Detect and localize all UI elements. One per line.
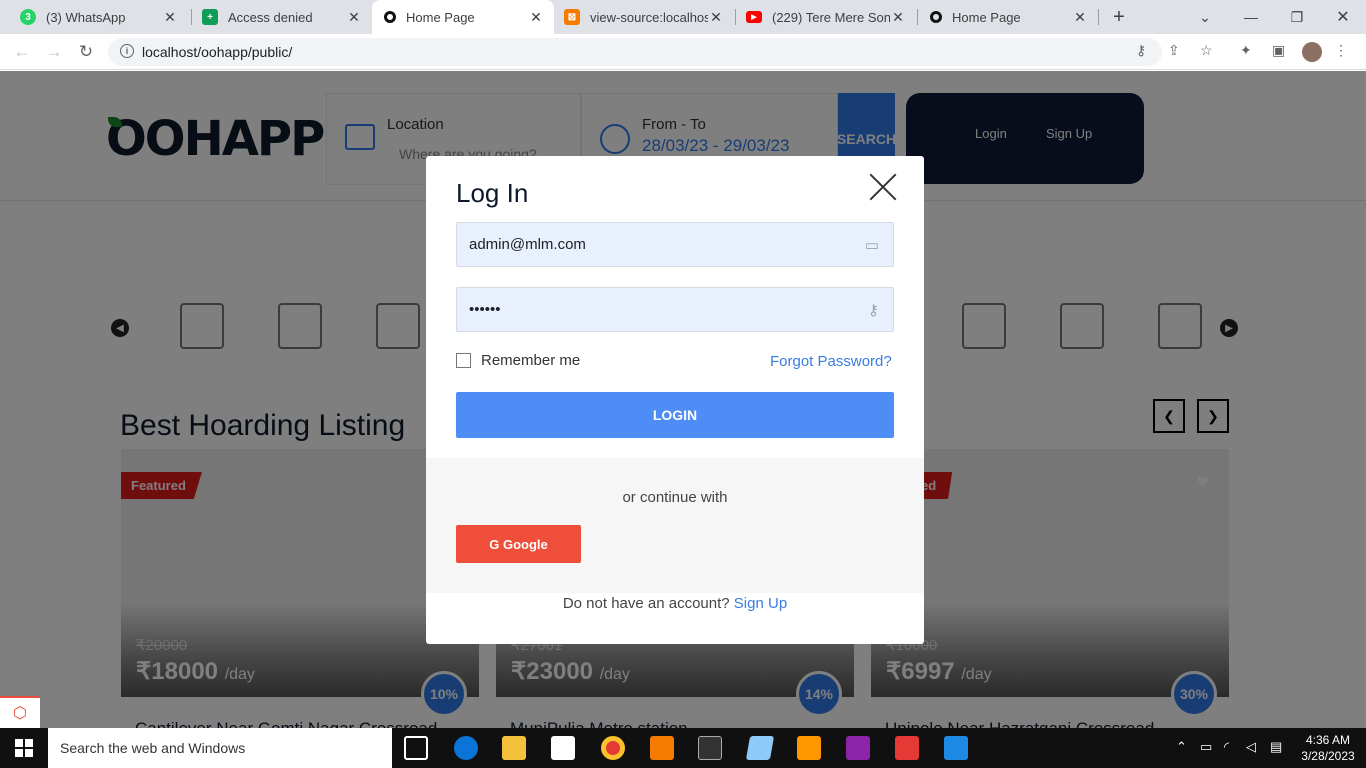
key-icon: ⚷: [868, 302, 879, 319]
tab-title: view-source:localhost/: [590, 9, 708, 25]
login-button[interactable]: LOGIN: [456, 392, 894, 438]
volume-icon[interactable]: ◁: [1246, 739, 1256, 755]
back-icon[interactable]: ←: [10, 40, 34, 64]
terminal-icon[interactable]: [698, 736, 722, 760]
tab-youtube[interactable]: ▶ (229) Tere Mere Song ✕: [736, 0, 916, 34]
close-tab-icon[interactable]: ✕: [1072, 9, 1088, 26]
taskbar-search[interactable]: Search the web and Windows: [48, 728, 392, 768]
reload-icon[interactable]: ↻: [74, 40, 98, 64]
google-login-button[interactable]: G Google: [456, 525, 581, 563]
edge-icon[interactable]: [454, 736, 478, 760]
clock-date: 3/28/2023: [1301, 749, 1355, 763]
tab-home-page-active[interactable]: Home Page ✕: [372, 0, 554, 34]
restore-button[interactable]: ❐: [1274, 0, 1320, 34]
email-field[interactable]: admin@mlm.com ▭: [456, 222, 894, 267]
start-button[interactable]: [0, 728, 48, 768]
no-account-text: Do not have an account?: [562, 595, 730, 612]
battery-icon[interactable]: ▭: [1200, 739, 1212, 755]
password-value: ••••••: [469, 301, 501, 318]
laravel-debug-icon[interactable]: ⬡: [0, 696, 40, 728]
forgot-password-link[interactable]: Forgot Password?: [770, 353, 892, 370]
remember-label: Remember me: [481, 352, 581, 369]
settings-icon[interactable]: [944, 736, 968, 760]
sublime-text-icon[interactable]: [797, 736, 821, 760]
whatsapp-icon: 3: [20, 9, 36, 25]
address-bar[interactable]: i localhost/oohapp/public/: [108, 38, 1162, 66]
social-login-section: or continue with G Google: [426, 458, 924, 593]
tab-search-icon[interactable]: ⌄: [1182, 0, 1228, 34]
contact-card-icon: ▭: [864, 237, 879, 254]
wifi-icon[interactable]: ◜: [1224, 739, 1229, 755]
close-icon[interactable]: [868, 172, 898, 202]
toolbar: ← → ↻ i localhost/oohapp/public/ ⚷ ⇪ ☆ ✦…: [0, 34, 1366, 70]
winrar-icon[interactable]: [846, 736, 870, 760]
close-tab-icon[interactable]: ✕: [162, 9, 178, 26]
store-icon[interactable]: [551, 736, 575, 760]
forward-icon[interactable]: →: [42, 40, 66, 64]
oohapp-favicon: [930, 11, 942, 23]
task-view-icon[interactable]: [404, 736, 428, 760]
windows-icon: [15, 739, 33, 757]
or-continue-text: or continue with: [622, 489, 728, 506]
notification-icon[interactable]: ▤: [1270, 739, 1282, 755]
close-tab-icon[interactable]: ✕: [890, 9, 906, 26]
tab-title: Home Page: [952, 9, 1021, 25]
new-tab-button[interactable]: +: [1096, 0, 1142, 34]
password-field[interactable]: •••••• ⚷: [456, 287, 894, 332]
side-panel-icon[interactable]: ▣: [1272, 42, 1285, 59]
clock-time: 4:36 AM: [1305, 733, 1351, 747]
anydesk-icon[interactable]: [895, 736, 919, 760]
site-info-icon[interactable]: i: [120, 44, 134, 58]
tab-strip: 3 (3) WhatsApp ✕ + Access denied ✕ Home …: [0, 0, 1366, 34]
system-clock[interactable]: 4:36 AM 3/28/2023: [1296, 732, 1360, 764]
signup-prompt: Do not have an account? Sign Up: [426, 595, 924, 612]
xampp-icon[interactable]: [650, 736, 674, 760]
tab-view-source[interactable]: ⊠ view-source:localhost/ ✕: [554, 0, 734, 34]
tab-access-denied[interactable]: + Access denied ✕: [192, 0, 372, 34]
tab-home-page[interactable]: Home Page ✕: [918, 0, 1098, 34]
oohapp-favicon: [384, 11, 396, 23]
page-content: OOHAPP Location Where are you going? Fro…: [0, 71, 1366, 728]
windows-taskbar: Search the web and Windows ⌃ ▭ ◜ ◁ ▤ 4:3…: [0, 728, 1366, 768]
signup-link[interactable]: Sign Up: [734, 595, 787, 612]
close-tab-icon[interactable]: ✕: [346, 9, 362, 26]
xampp-icon: ⊠: [564, 9, 580, 25]
bookmark-star-icon[interactable]: ☆: [1200, 42, 1213, 59]
share-icon[interactable]: ⇪: [1168, 42, 1180, 59]
email-value: admin@mlm.com: [469, 236, 586, 253]
close-tab-icon[interactable]: ✕: [528, 9, 544, 26]
tray-chevron-icon[interactable]: ⌃: [1176, 739, 1187, 755]
youtube-icon: ▶: [746, 11, 762, 23]
sheets-icon: +: [202, 9, 218, 25]
modal-title: Log In: [456, 178, 529, 208]
menu-icon[interactable]: ⋮: [1334, 42, 1348, 59]
chrome-icon[interactable]: [601, 736, 625, 760]
remember-me-checkbox[interactable]: Remember me: [456, 352, 580, 369]
key-icon[interactable]: ⚷: [1136, 42, 1146, 59]
close-window-button[interactable]: ✕: [1320, 0, 1366, 34]
login-modal: Log In admin@mlm.com ▭ •••••• ⚷ Remember…: [426, 156, 924, 644]
tab-title: (229) Tere Mere Song: [772, 9, 890, 25]
file-explorer-icon[interactable]: [502, 736, 526, 760]
profile-avatar[interactable]: [1302, 42, 1322, 62]
url-text: localhost/oohapp/public/: [142, 44, 293, 60]
extensions-icon[interactable]: ✦: [1240, 42, 1252, 59]
tab-title: Home Page: [406, 9, 475, 25]
close-tab-icon[interactable]: ✕: [708, 9, 724, 26]
checkbox-icon[interactable]: [456, 353, 471, 368]
tab-title: Access denied: [228, 9, 313, 25]
minimize-button[interactable]: —: [1228, 0, 1274, 34]
tab-title: (3) WhatsApp: [46, 9, 126, 25]
notes-icon[interactable]: [745, 736, 775, 760]
tab-whatsapp[interactable]: 3 (3) WhatsApp ✕: [10, 0, 188, 34]
